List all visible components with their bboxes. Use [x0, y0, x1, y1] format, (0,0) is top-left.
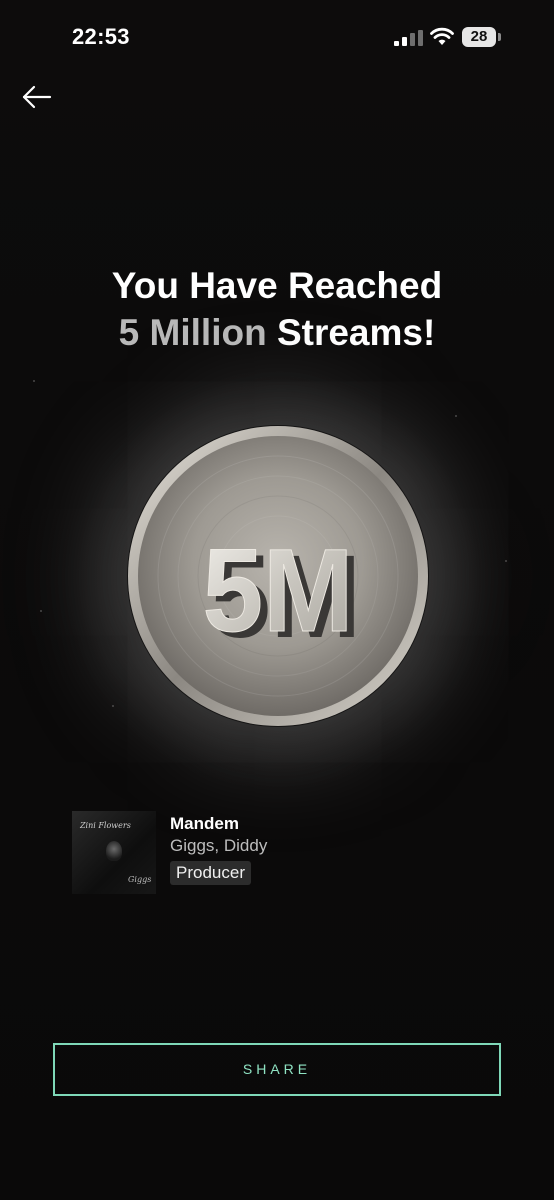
cellular-signal-icon: [394, 30, 423, 46]
background-speck: [40, 610, 42, 612]
role-badge: Producer: [170, 861, 251, 885]
headline-line-2: 5 Million Streams!: [0, 309, 554, 356]
track-title: Mandem: [170, 814, 239, 833]
track-card[interactable]: Zini Flowers Giggs Mandem Giggs, Diddy P…: [72, 811, 472, 895]
artwork-figure: [106, 841, 122, 861]
background-speck: [112, 705, 114, 707]
headline-milestone-count: 5 Million: [118, 312, 267, 353]
medal-disc-icon: 5M 5M: [128, 426, 428, 726]
medal-label: 5M: [203, 525, 354, 657]
wifi-icon: [430, 27, 454, 45]
background-speck: [505, 560, 507, 562]
artwork-script-top: Zini Flowers: [80, 821, 131, 830]
status-time: 22:53: [72, 24, 130, 49]
milestone-medal: 5M 5M: [127, 425, 429, 727]
battery-level: 28: [462, 27, 496, 47]
background-speck: [455, 415, 457, 417]
status-bar: 22:53 28: [0, 0, 554, 80]
album-artwork: Zini Flowers Giggs: [72, 811, 156, 894]
share-button[interactable]: SHARE: [53, 1043, 501, 1096]
track-artists: Giggs, Diddy: [170, 836, 268, 855]
headline-line-1: You Have Reached: [111, 265, 443, 306]
milestone-screen: 22:53 28 You Have Reached 5 Million Stre…: [0, 0, 554, 1200]
back-button[interactable]: [18, 82, 58, 112]
arrow-left-icon: [22, 85, 52, 109]
headline-streams-text: Streams!: [276, 312, 436, 353]
milestone-headline: You Have Reached 5 Million Streams!: [0, 262, 554, 356]
battery-tip: [498, 33, 501, 41]
background-speck: [33, 380, 35, 382]
artwork-script-bottom: Giggs: [128, 875, 152, 884]
battery-icon: 28: [462, 27, 502, 47]
